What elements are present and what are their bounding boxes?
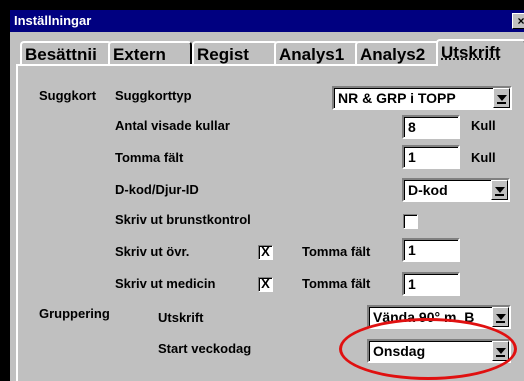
- utskrift-select[interactable]: Vända 90° m. B: [367, 305, 511, 329]
- chevron-down-icon[interactable]: [492, 341, 509, 361]
- gruppering-section-label: Gruppering: [39, 306, 110, 321]
- dkod-value: D-kod: [408, 182, 448, 198]
- suggkorttyp-label: Suggkorttyp: [115, 88, 192, 103]
- antal-kullar-input[interactable]: 8: [402, 115, 460, 139]
- tomma-falt-input[interactable]: 1: [402, 145, 460, 169]
- tab-regist[interactable]: Regist: [192, 41, 278, 65]
- start-veckodag-select[interactable]: Onsdag: [367, 339, 511, 363]
- suggkorttyp-value: NR & GRP i TOPP: [338, 90, 456, 106]
- start-veckodag-label: Start veckodag: [158, 341, 252, 356]
- skriv-medicin-check: X: [261, 276, 270, 291]
- tab-label: Regist: [197, 45, 249, 64]
- settings-dialog: Inställningar × Besättnii Extern Regist …: [0, 0, 524, 381]
- top-border: [0, 0, 524, 10]
- medicin-tomma-falt-value: 1: [408, 276, 416, 292]
- brunstkontrol-label: Skriv ut brunstkontrol: [115, 212, 251, 227]
- close-icon: ×: [517, 14, 524, 28]
- tab-extern[interactable]: Extern: [108, 41, 192, 65]
- skriv-medicin-checkbox[interactable]: X: [258, 277, 273, 292]
- tab-analys2[interactable]: Analys2: [355, 41, 441, 65]
- skriv-ovr-check: X: [261, 244, 270, 259]
- utskrift-label: Utskrift: [158, 310, 204, 325]
- window-title: Inställningar: [14, 13, 92, 28]
- medicin-tomma-falt-label: Tomma fält: [302, 276, 371, 291]
- antal-kullar-unit: Kull: [471, 118, 496, 133]
- tab-strip: Besättnii Extern Regist Analys1 Analys2 …: [20, 39, 524, 66]
- dkod-select[interactable]: D-kod: [402, 178, 510, 202]
- ovr-tomma-falt-input[interactable]: 1: [402, 238, 460, 262]
- left-border: [0, 0, 10, 381]
- suggkorttyp-select[interactable]: NR & GRP i TOPP: [332, 86, 512, 110]
- tab-label: Analys1: [279, 45, 345, 64]
- dkod-label: D-kod/Djur-ID: [115, 182, 199, 197]
- skriv-ovr-label: Skriv ut övr.: [115, 244, 190, 259]
- chevron-down-icon[interactable]: [492, 307, 509, 327]
- tomma-falt-unit: Kull: [471, 150, 496, 165]
- suggkort-section-label: Suggkort: [39, 88, 97, 103]
- skriv-ovr-checkbox[interactable]: X: [258, 245, 273, 260]
- ovr-tomma-falt-value: 1: [408, 242, 416, 258]
- skriv-medicin-label: Skriv ut medicin: [115, 276, 216, 291]
- utskrift-value: Vända 90° m. B: [373, 309, 475, 325]
- tab-label: Besättnii: [25, 45, 97, 64]
- chevron-down-icon[interactable]: [493, 88, 510, 108]
- ovr-tomma-falt-label: Tomma fält: [302, 244, 371, 259]
- antal-kullar-value: 8: [408, 119, 416, 135]
- tab-label: Extern: [113, 45, 166, 64]
- medicin-tomma-falt-input[interactable]: 1: [402, 272, 460, 296]
- close-button[interactable]: ×: [512, 13, 524, 29]
- tab-label: Analys2: [360, 45, 426, 64]
- tab-panel-utskrift: [16, 64, 524, 381]
- tab-besattning[interactable]: Besättnii: [20, 41, 112, 65]
- chevron-down-icon[interactable]: [491, 180, 508, 200]
- antal-kullar-label: Antal visade kullar: [115, 118, 230, 133]
- tomma-falt-label: Tomma fält: [115, 150, 184, 165]
- tomma-falt-value: 1: [408, 149, 416, 165]
- tab-analys1[interactable]: Analys1: [274, 41, 360, 65]
- brunstkontrol-checkbox[interactable]: [403, 214, 418, 229]
- tab-label: Utskrift: [441, 43, 501, 62]
- title-bar[interactable]: Inställningar ×: [10, 10, 524, 32]
- start-veckodag-value: Onsdag: [373, 343, 426, 359]
- tab-utskrift[interactable]: Utskrift: [436, 39, 524, 66]
